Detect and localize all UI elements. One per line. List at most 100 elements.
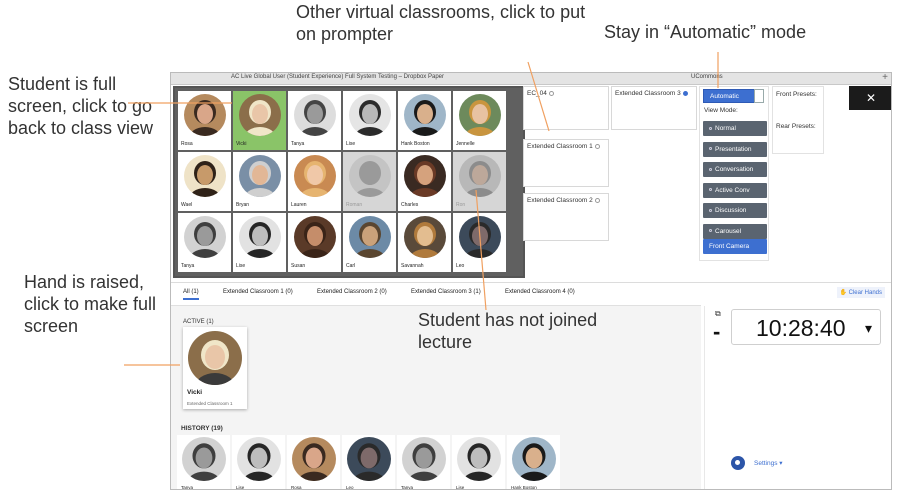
tab-classroom[interactable]: Extended Classroom 1 (0) [223, 289, 293, 295]
avatar [347, 437, 391, 481]
avatar [182, 437, 226, 481]
room-ec2-label: Extended Classroom 2 [527, 197, 593, 204]
view-mode-button[interactable]: Active Conv [703, 182, 767, 198]
settings-button[interactable]: Settings ▾ [754, 459, 783, 467]
automatic-label: Automatic [710, 93, 739, 100]
student-name: Tanya [291, 141, 305, 147]
student-tile[interactable]: Savannah [398, 213, 451, 272]
student-grid: Rosa Vicki Tanya Lise Hank Boston Jennelle Wae… [178, 91, 506, 272]
student-tile[interactable]: Susan [288, 213, 341, 272]
room-ec3-radio[interactable] [682, 90, 688, 96]
front-camera-label: Front Camera [709, 243, 750, 250]
clear-hands-button[interactable]: ✋ Clear Hands [836, 287, 885, 298]
view-mode-button[interactable]: Presentation [703, 141, 767, 157]
student-tile[interactable]: Rosa [178, 91, 231, 150]
annotation-not-joined: Student has not joined lecture [418, 310, 598, 352]
view-mode-button[interactable]: Discussion [703, 203, 767, 218]
active-student-card[interactable]: Vicki Extended Classroom 1 [183, 327, 247, 409]
avatar [459, 216, 501, 258]
history-item[interactable]: Tanya [177, 435, 230, 489]
student-tile[interactable]: Ron [453, 152, 506, 211]
chevron-down-icon: ▾ [864, 320, 872, 336]
radio-dot-icon [709, 147, 712, 151]
clock-dropdown[interactable]: 10:28:40 ▾ [731, 309, 881, 345]
history-item[interactable]: Leo [342, 435, 395, 489]
student-name: Lise [236, 263, 246, 269]
student-name: Vicki [236, 141, 247, 147]
avatar [512, 437, 556, 481]
student-tile[interactable]: Tanya [288, 91, 341, 150]
view-mode-label: Conversation [715, 166, 754, 173]
room-ec3-label: Extended Classroom 3 [615, 90, 681, 97]
popout-icon[interactable]: ⧉ [715, 309, 721, 319]
student-name: Ron [456, 202, 466, 208]
student-tile[interactable]: Leo [453, 213, 506, 272]
active-student-room: Extended Classroom 1 [187, 401, 233, 406]
student-tile[interactable]: Wael [178, 152, 231, 211]
student-tile[interactable]: Tanya [178, 213, 231, 272]
avatar [184, 216, 226, 258]
student-tile[interactable]: Hank Boston [398, 91, 451, 150]
student-tile[interactable]: Carl [343, 213, 396, 272]
student-tile[interactable]: Jennelle [453, 91, 506, 150]
view-mode-label: Presentation [715, 145, 752, 153]
avatar [294, 155, 336, 197]
student-name: Savannah [401, 263, 424, 269]
annotation-automatic-mode: Stay in “Automatic” mode [604, 22, 807, 42]
room-ec04-label: EC_04 [527, 90, 547, 97]
gear-icon[interactable] [731, 456, 745, 470]
person-placeholder-icon [349, 155, 391, 197]
room-ec1-radio[interactable] [594, 143, 600, 149]
student-tile[interactable]: Lauren [288, 152, 341, 211]
student-tile[interactable]: Lise [233, 213, 286, 272]
room-ec3[interactable]: Extended Classroom 3 [611, 86, 697, 130]
avatar [402, 437, 446, 481]
front-camera-button[interactable]: Front Camera [703, 239, 767, 254]
avatar [239, 216, 281, 258]
view-mode-button[interactable]: Normal [703, 121, 767, 136]
student-tile[interactable]: Vicki [233, 91, 286, 150]
automatic-toggle[interactable]: Automatic [703, 89, 764, 103]
close-button[interactable]: ✕ [849, 86, 891, 110]
tab-classroom[interactable]: Extended Classroom 3 (1) [411, 289, 481, 295]
room-ec04[interactable]: EC_04 [523, 86, 609, 130]
history-item[interactable]: Rosa [287, 435, 340, 490]
history-name: Lise [456, 485, 465, 490]
room-ec1-label: Extended Classroom 1 [527, 143, 593, 150]
history-name: Lise [236, 485, 245, 490]
student-tile[interactable]: Roman [343, 152, 396, 211]
close-icon: ✕ [865, 91, 877, 105]
avatar [292, 437, 336, 481]
room-ec04-radio[interactable] [548, 90, 554, 96]
student-name: Carl [346, 263, 356, 269]
history-item[interactable]: Hank Boston [507, 435, 560, 490]
tab-classroom[interactable]: Extended Classroom 4 (0) [505, 289, 575, 295]
student-name: Jennelle [456, 141, 475, 147]
app-name: UCommons [691, 74, 723, 80]
history-name: Hank Boston [511, 485, 537, 490]
history-name: Rosa [291, 485, 302, 490]
student-tile[interactable]: Charles [398, 152, 451, 211]
annotation-hand-raised: Hand is raised, click to make full scree… [24, 272, 157, 336]
room-ec2[interactable]: Extended Classroom 2 [523, 193, 609, 241]
presets-panel: Front Presets: Rear Presets: [772, 86, 824, 154]
avatar [404, 155, 446, 197]
history-item[interactable]: Lise [452, 435, 505, 490]
clock-time: 10:28:40 [756, 315, 846, 341]
tab-classroom[interactable]: All (1) [183, 289, 199, 300]
history-name: Tanya [401, 485, 414, 490]
view-mode-panel: Automatic View Mode: Normal Presentation C… [699, 86, 769, 261]
history-item[interactable]: Lise [232, 435, 285, 490]
tab-classroom[interactable]: Extended Classroom 2 (0) [317, 289, 387, 295]
avatar [184, 94, 226, 136]
new-tab-icon[interactable]: + [882, 73, 888, 83]
room-ec2-radio[interactable] [594, 197, 600, 203]
view-mode-button[interactable]: Carousel [703, 223, 767, 239]
student-tile[interactable]: Bryan [233, 152, 286, 211]
avatar [239, 94, 281, 136]
student-tile[interactable]: Lise [343, 91, 396, 150]
history-item[interactable]: Tanya [397, 435, 450, 490]
automatic-switch[interactable] [754, 89, 764, 103]
view-mode-button[interactable]: Conversation [703, 162, 767, 177]
room-ec1[interactable]: Extended Classroom 1 [523, 139, 609, 187]
